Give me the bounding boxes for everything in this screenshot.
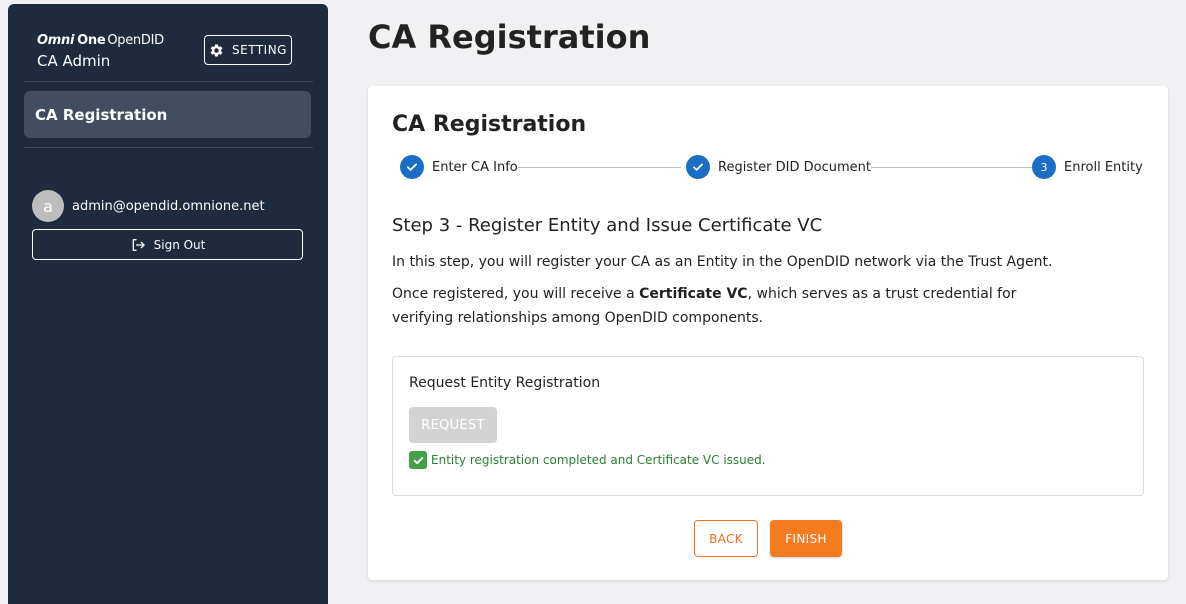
- step-heading: Step 3 - Register Entity and Issue Certi…: [392, 215, 823, 236]
- user-info: a admin@opendid.omnione.net: [32, 190, 265, 222]
- status-text: Entity registration completed and Certif…: [431, 453, 766, 467]
- stepper: Enter CA Info Register DID Document 3 En…: [400, 155, 1143, 179]
- step-connector-1: [518, 167, 681, 168]
- step-description: In this step, you will register your CA …: [392, 254, 1053, 270]
- certificate-text-before: Once registered, you will receive a: [392, 286, 640, 302]
- avatar: a: [32, 190, 64, 222]
- sidebar-divider-bottom: [24, 147, 313, 148]
- logout-icon: [130, 237, 146, 253]
- omnione-opendid-logo: Omni One OpenDID: [37, 32, 164, 48]
- logo-omni-text: Omni: [37, 32, 75, 48]
- sign-out-label: Sign Out: [153, 237, 206, 252]
- logo-one-text: One: [77, 32, 106, 48]
- logo-opendid-text: OpenDID: [107, 32, 164, 48]
- back-button[interactable]: BACK: [694, 520, 758, 557]
- setting-button-label: SETTING: [232, 43, 287, 57]
- step-label: Enter CA Info: [432, 159, 518, 175]
- page-title: CA Registration: [368, 18, 651, 56]
- sidebar-divider-top: [24, 81, 313, 82]
- sidebar-item-ca-registration[interactable]: CA Registration: [24, 91, 311, 138]
- registration-card: CA Registration Enter CA Info Register D…: [368, 86, 1168, 580]
- request-panel-title: Request Entity Registration: [409, 375, 601, 391]
- step-label: Register DID Document: [718, 159, 871, 175]
- gear-icon: [209, 43, 224, 58]
- card-title: CA Registration: [392, 112, 587, 137]
- status-message: Entity registration completed and Certif…: [409, 451, 766, 469]
- request-entity-panel: Request Entity Registration REQUEST Enti…: [392, 356, 1144, 496]
- certificate-vc-bold: Certificate VC: [639, 286, 748, 302]
- step-enroll-entity: 3 Enroll Entity: [1032, 155, 1143, 179]
- check-box-icon: [409, 451, 427, 469]
- step-number: 3: [1032, 155, 1056, 179]
- request-button[interactable]: REQUEST: [409, 407, 497, 443]
- step-register-did-document: Register DID Document: [686, 155, 871, 179]
- user-email: admin@opendid.omnione.net: [72, 198, 265, 214]
- sidebar-item-label: CA Registration: [35, 105, 168, 124]
- app-subtitle: CA Admin: [37, 52, 111, 70]
- step-connector-2: [863, 167, 1032, 168]
- certificate-description: Once registered, you will receive a Cert…: [392, 282, 1072, 330]
- finish-button[interactable]: FINISH: [770, 520, 842, 557]
- setting-button[interactable]: SETTING: [204, 35, 292, 65]
- step-enter-ca-info: Enter CA Info: [400, 155, 518, 179]
- sign-out-button[interactable]: Sign Out: [32, 229, 303, 260]
- check-icon: [686, 155, 710, 179]
- step-label: Enroll Entity: [1064, 159, 1143, 175]
- brand: Omni One OpenDID CA Admin: [37, 32, 164, 71]
- check-icon: [400, 155, 424, 179]
- sidebar: Omni One OpenDID CA Admin SETTING CA Reg…: [8, 4, 328, 604]
